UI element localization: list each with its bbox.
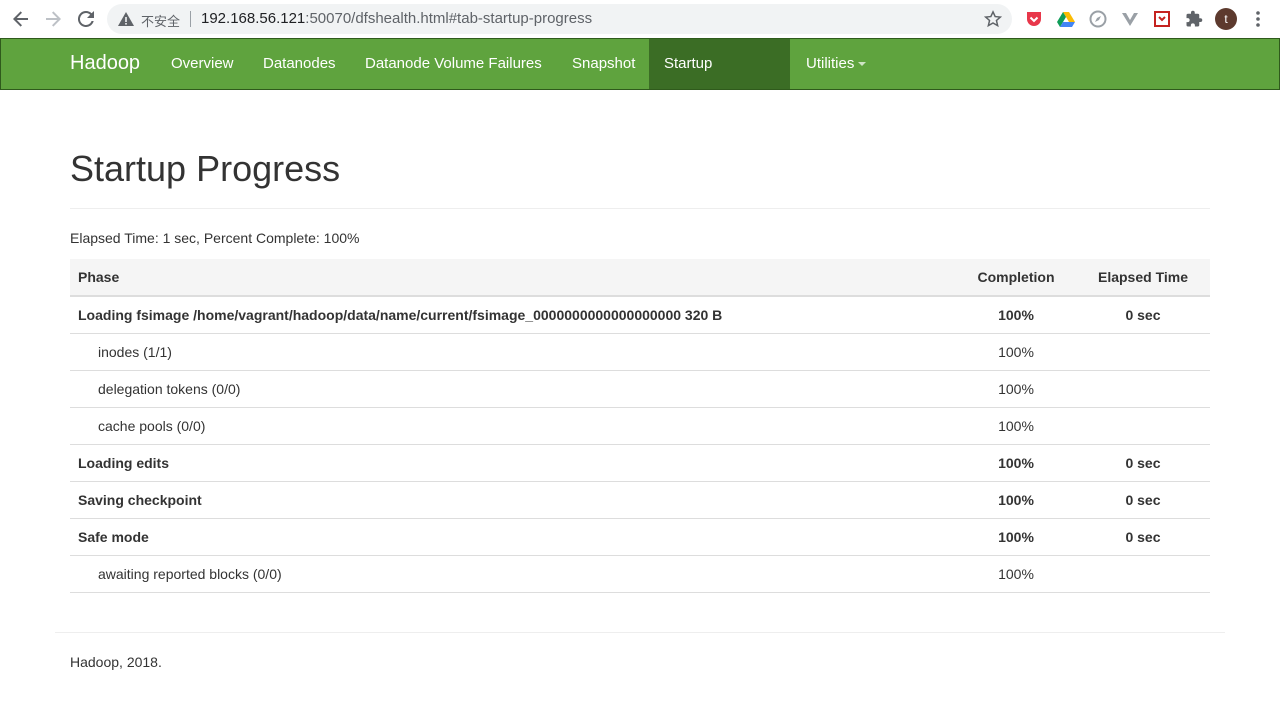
url-text[interactable]: 192.168.56.121:50070/dfshealth.html#tab-… [201,10,592,27]
nav-datanodes[interactable]: Datanodes [248,39,351,89]
table-row: cache pools (0/0) 100% [70,406,1210,444]
completion-cell: 100% [956,443,1076,481]
phase-header: Phase [70,259,956,297]
nav-utilities-dropdown[interactable]: Utilities [791,39,881,89]
step-cell: awaiting reported blocks (0/0) [70,554,956,593]
elapsed-cell [1076,406,1210,444]
table-row: Loading fsimage /home/vagrant/hadoop/dat… [70,295,1210,333]
elapsed-cell [1076,369,1210,407]
elapsed-cell: 0 sec [1076,443,1210,481]
reload-icon[interactable] [74,7,98,31]
elapsed-header: Elapsed Time [1076,259,1210,297]
completion-cell: 100% [956,295,1076,333]
forward-arrow-icon[interactable] [41,7,65,31]
compass-extension-icon[interactable] [1089,10,1107,28]
completion-cell: 100% [956,554,1076,593]
phase-cell: Loading edits [70,443,956,481]
elapsed-summary: Elapsed Time: 1 sec, Percent Complete: 1… [70,230,360,246]
elapsed-cell: 0 sec [1076,295,1210,333]
completion-cell: 100% [956,332,1076,370]
vue-devtools-extension-icon[interactable] [1121,10,1139,28]
table-row: Saving checkpoint 100% 0 sec [70,480,1210,518]
nav-snapshot[interactable]: Snapshot [557,39,650,89]
startup-progress-table: Phase Completion Elapsed Time Loading fs… [70,259,1210,593]
back-arrow-icon[interactable] [9,7,33,31]
caret-down-icon [858,62,867,67]
table-row: awaiting reported blocks (0/0) 100% [70,554,1210,593]
table-row: Loading edits 100% 0 sec [70,443,1210,481]
nav-datanode-volume-failures[interactable]: Datanode Volume Failures [350,39,557,89]
clipper-extension-icon[interactable] [1153,10,1171,28]
bookmark-star-icon[interactable] [983,10,1003,28]
phase-cell: Loading fsimage /home/vagrant/hadoop/dat… [70,295,956,333]
completion-cell: 100% [956,369,1076,407]
step-cell: inodes (1/1) [70,332,956,370]
table-row: inodes (1/1) 100% [70,332,1210,370]
nav-startup-progress[interactable]: Startup Progress [649,39,790,122]
table-row: delegation tokens (0/0) 100% [70,369,1210,407]
url-host: 192.168.56.121 [201,10,306,27]
completion-cell: 100% [956,517,1076,555]
phase-cell: Safe mode [70,517,956,555]
main-navbar: Hadoop Overview Datanodes Datanode Volum… [0,38,1280,122]
page-title: Startup Progress [70,148,341,189]
extensions-puzzle-icon[interactable] [1185,10,1203,28]
header-divider [70,208,1210,209]
footer-text: Hadoop, 2018. [70,654,162,670]
nav-overview[interactable]: Overview [156,39,249,89]
brand-logo-text[interactable]: Hadoop [70,52,140,75]
elapsed-cell: 0 sec [1076,517,1210,555]
phase-cell: Saving checkpoint [70,480,956,518]
more-menu-icon[interactable] [1252,9,1264,29]
table-row: Safe mode 100% 0 sec [70,517,1210,555]
pocket-extension-icon[interactable] [1025,10,1043,28]
divider [190,11,191,27]
footer-divider [55,632,1225,633]
browser-toolbar: 不安全 192.168.56.121:50070/dfshealth.html#… [0,0,1280,38]
step-cell: delegation tokens (0/0) [70,369,956,407]
profile-avatar[interactable]: t [1215,8,1237,30]
completion-cell: 100% [956,480,1076,518]
step-cell: cache pools (0/0) [70,406,956,444]
nav-utilities-label: Utilities [806,55,855,72]
elapsed-cell [1076,332,1210,370]
url-path: :50070/dfshealth.html#tab-startup-progre… [305,10,593,27]
completion-header: Completion [956,259,1076,297]
elapsed-cell: 0 sec [1076,480,1210,518]
completion-cell: 100% [956,406,1076,444]
address-bar[interactable]: 不安全 192.168.56.121:50070/dfshealth.html#… [107,4,1012,34]
elapsed-cell [1076,554,1210,593]
google-drive-extension-icon[interactable] [1057,10,1075,28]
table-header-row: Phase Completion Elapsed Time [70,259,1210,297]
warning-icon[interactable] [118,11,134,27]
security-label[interactable]: 不安全 [141,11,180,30]
